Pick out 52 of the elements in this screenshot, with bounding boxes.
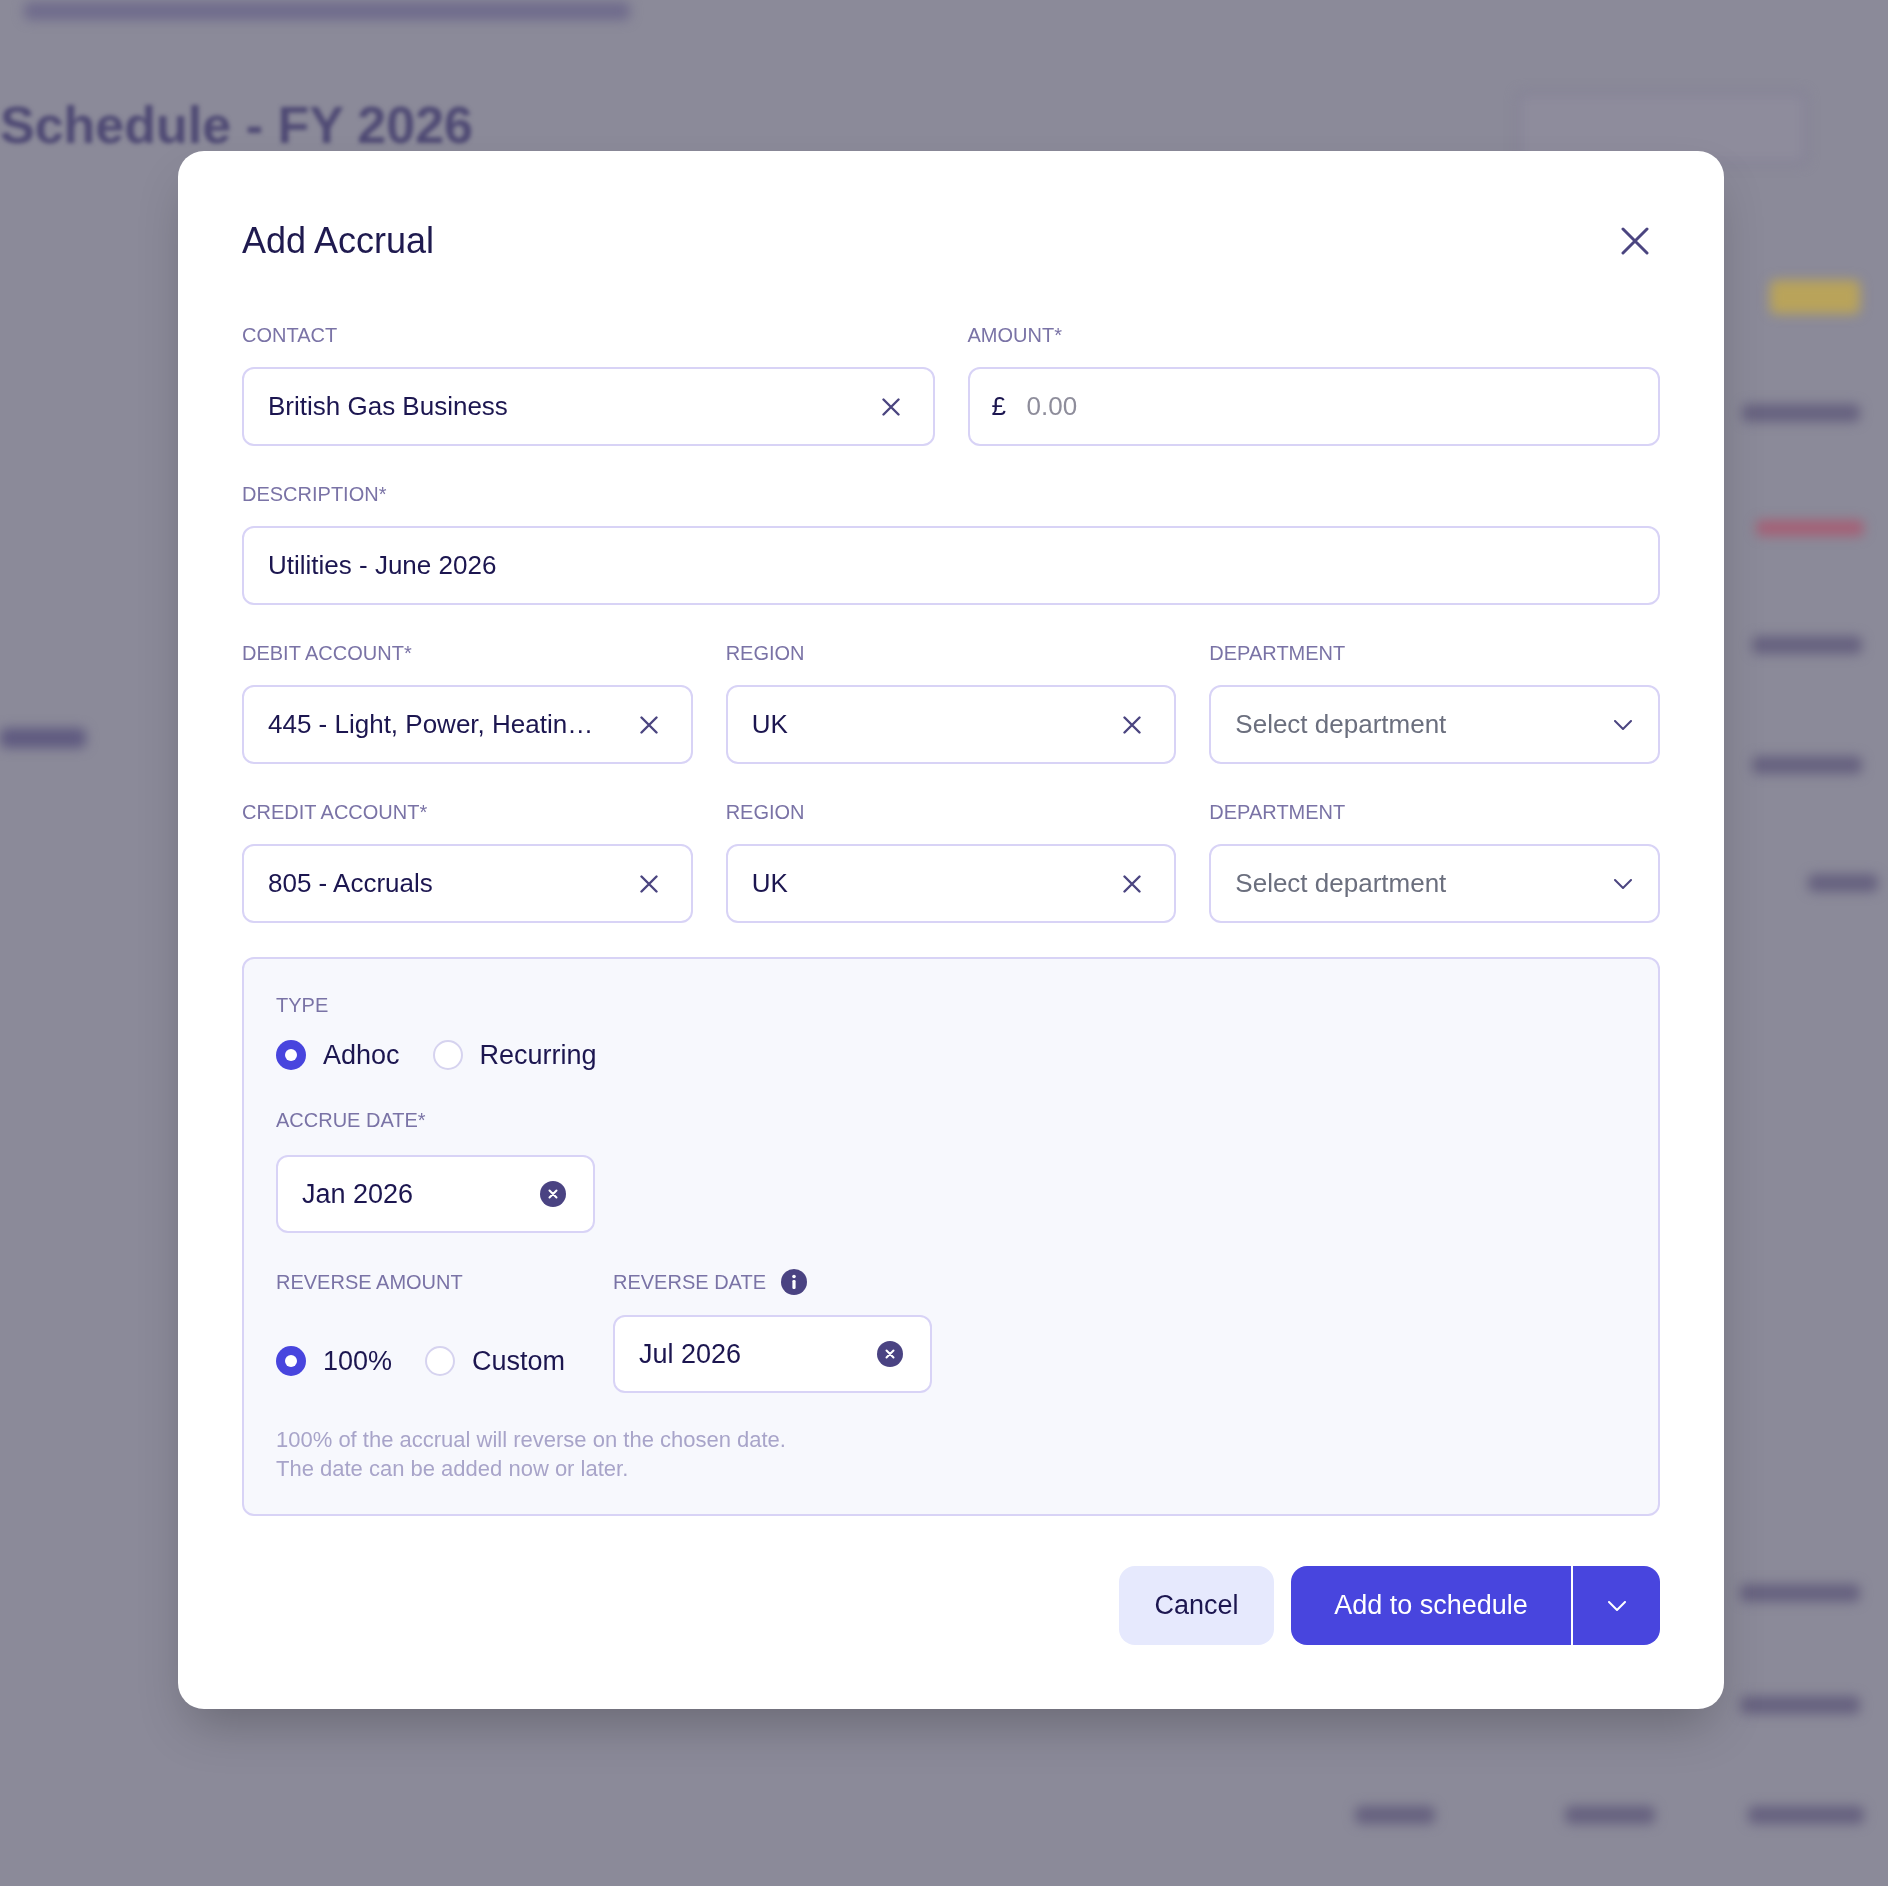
dropdown-button[interactable] bbox=[1571, 1566, 1660, 1645]
close-icon[interactable] bbox=[1621, 227, 1649, 255]
combo-field[interactable]: UK bbox=[725, 844, 1177, 923]
field-label: DEBIT ACCOUNT* bbox=[242, 641, 413, 665]
select-field[interactable]: Select department bbox=[1209, 685, 1660, 764]
field-label: CONTACT bbox=[242, 323, 339, 347]
field-label: TYPE bbox=[276, 993, 330, 1017]
field-label: REVERSE AMOUNT bbox=[276, 1270, 464, 1294]
field-label: ACCRUE DATE* bbox=[276, 1108, 427, 1132]
field-label: DEPARTMENT bbox=[1209, 641, 1347, 665]
field-label: DEPARTMENT bbox=[1209, 800, 1347, 824]
primary-button[interactable]: Add to schedule bbox=[1291, 1566, 1571, 1645]
clear-icon[interactable] bbox=[639, 874, 658, 893]
clear-icon[interactable] bbox=[877, 1341, 903, 1367]
option-label: Recurring bbox=[479, 1039, 597, 1072]
clear-icon[interactable] bbox=[639, 715, 658, 734]
combo-field[interactable]: 805 - Accruals bbox=[242, 844, 693, 923]
option-label: 100% bbox=[323, 1345, 393, 1378]
field-label: DESCRIPTION* bbox=[242, 482, 388, 506]
chevron-down-icon bbox=[1614, 720, 1632, 730]
dialog-title: Add Accrual bbox=[242, 219, 435, 263]
clear-icon[interactable] bbox=[1123, 874, 1142, 893]
field-label: CREDIT ACCOUNT* bbox=[242, 800, 429, 824]
cancel-button[interactable]: Cancel bbox=[1119, 1566, 1274, 1645]
field-label: REGION bbox=[725, 641, 806, 665]
radio-button[interactable] bbox=[276, 1040, 306, 1070]
combo-field[interactable]: 445 - Light, Power, Heatin… bbox=[242, 685, 693, 764]
clear-icon[interactable] bbox=[1123, 715, 1142, 734]
blurred-text-bar bbox=[1808, 874, 1878, 892]
option-label: Adhoc bbox=[323, 1039, 400, 1072]
combo-field[interactable]: British Gas Business bbox=[242, 367, 935, 446]
field-label: REGION bbox=[725, 800, 806, 824]
chevron-down-icon bbox=[1607, 1600, 1626, 1611]
select-field[interactable]: Select department bbox=[1209, 844, 1660, 923]
radio-button[interactable] bbox=[425, 1346, 456, 1376]
option-label: Custom bbox=[472, 1345, 566, 1378]
text-field[interactable]: Utilities - June 2026 bbox=[242, 526, 1660, 605]
date-field[interactable]: Jan 2026 bbox=[276, 1155, 595, 1233]
help-text: 100% of the accrual will reverse on the chosen date. bbox=[276, 1426, 787, 1454]
date-field[interactable]: Jul 2026 bbox=[613, 1315, 932, 1393]
currency-symbol: £ bbox=[991, 391, 1006, 421]
field-label: REVERSE DATE bbox=[613, 1270, 766, 1294]
field-label: AMOUNT* bbox=[967, 323, 1063, 347]
clear-icon[interactable] bbox=[540, 1181, 566, 1207]
page-title: Schedule - FY 2026 bbox=[0, 95, 474, 156]
radio-button[interactable] bbox=[432, 1040, 463, 1070]
help-text: The date can be added now or later. bbox=[276, 1455, 630, 1483]
radio-button[interactable] bbox=[276, 1346, 306, 1376]
chevron-down-icon bbox=[1614, 879, 1632, 889]
clear-icon[interactable] bbox=[881, 397, 900, 416]
combo-field[interactable]: UK bbox=[725, 685, 1177, 764]
info-icon[interactable] bbox=[781, 1269, 807, 1295]
